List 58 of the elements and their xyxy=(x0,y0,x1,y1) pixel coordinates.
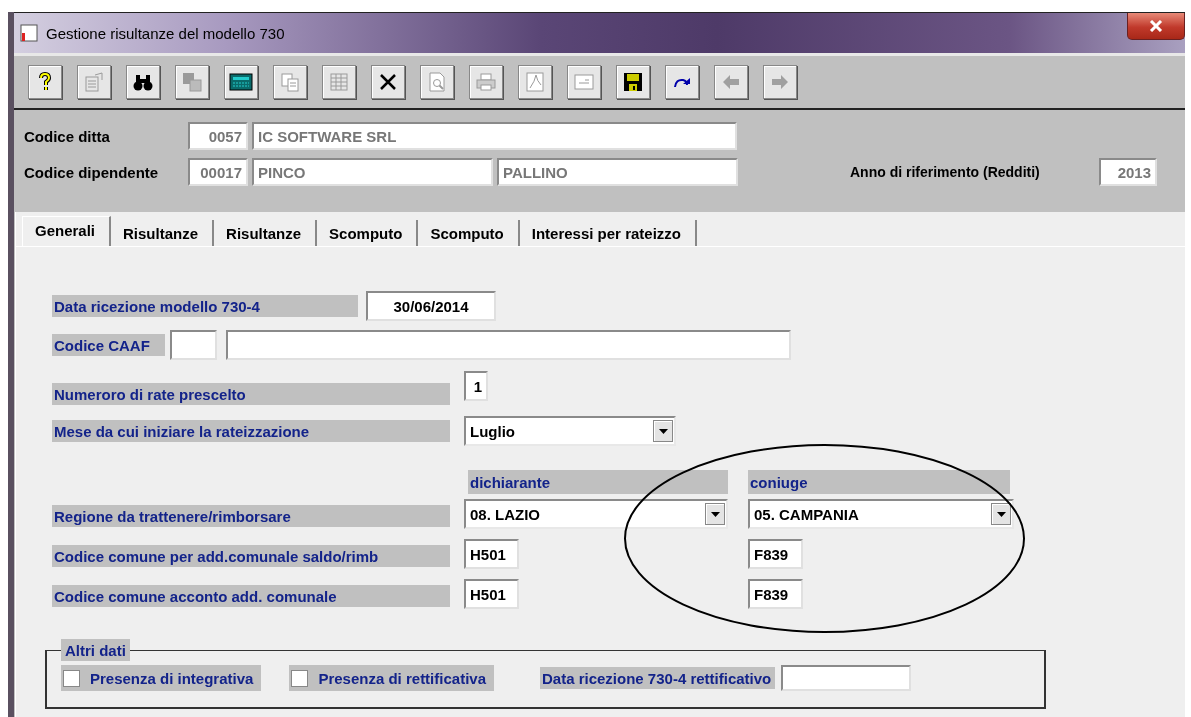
group-title: Altri dati xyxy=(61,639,130,661)
caaf-code-field[interactable] xyxy=(170,330,217,360)
toolbar-calculator-button[interactable] xyxy=(224,65,258,99)
table-icon xyxy=(328,71,350,93)
reference-year-field[interactable]: 2013 xyxy=(1099,158,1157,186)
reference-year-label: Anno di riferimento (Redditi) xyxy=(850,164,1041,180)
caaf-name-field[interactable] xyxy=(226,330,791,360)
company-code-label: Codice ditta xyxy=(24,127,111,145)
receipt-date-field[interactable]: 30/06/2014 xyxy=(366,291,496,321)
municipality-code-field[interactable]: F839 xyxy=(748,539,803,569)
region-dropdown[interactable]: 05. CAMPANIA xyxy=(748,499,1014,529)
correction-date-label: Data ricezione 730-4 rettificativo xyxy=(540,667,776,689)
row-label: Codice comune acconto add. comunale xyxy=(52,585,450,607)
copy-icon xyxy=(279,71,301,93)
surname-field[interactable]: PINCO xyxy=(252,158,493,186)
correction-date-field[interactable] xyxy=(781,665,912,691)
first-name-field[interactable]: PALLINO xyxy=(497,158,738,186)
row-label: Codice comune per add.comunale saldo/rimb xyxy=(52,545,450,567)
employee-code-field[interactable]: 00017 xyxy=(188,158,248,186)
company-name-field[interactable]: IC SOFTWARE SRL xyxy=(252,122,737,150)
form-icon xyxy=(573,71,595,93)
company-code-field[interactable]: 0057 xyxy=(188,122,248,150)
calculator-icon xyxy=(229,72,253,92)
installments-field[interactable]: 1 xyxy=(464,371,488,401)
column-header: dichiarante xyxy=(468,470,728,494)
printer-icon xyxy=(475,71,497,93)
redo-icon xyxy=(673,76,691,88)
close-icon xyxy=(1149,20,1163,32)
toolbar-help-button[interactable] xyxy=(28,65,62,99)
region-dropdown[interactable]: 08. LAZIO xyxy=(464,499,728,529)
start-month-label: Mese da cui iniziare la rateizzazione xyxy=(52,420,450,442)
document-icon xyxy=(83,71,105,93)
toolbar-delete-button[interactable] xyxy=(371,65,405,99)
pdf-document-icon xyxy=(524,71,546,93)
column-header: coniuge xyxy=(748,470,1010,494)
checkbox-label[interactable]: Presenza di integrativa xyxy=(61,665,262,691)
caaf-code-label: Codice CAAF xyxy=(52,334,165,356)
save-icon xyxy=(622,71,644,93)
toolbar-find-button[interactable] xyxy=(126,65,160,99)
tab[interactable]: Generali xyxy=(22,216,112,246)
start-month-dropdown[interactable]: Luglio xyxy=(464,416,676,446)
receipt-date-label: Data ricezione modello 730-4 xyxy=(52,295,358,317)
checkbox[interactable] xyxy=(291,669,309,687)
municipality-code-field[interactable]: F839 xyxy=(748,579,803,609)
toolbar-save-button[interactable] xyxy=(616,65,650,99)
print-preview-icon xyxy=(426,71,448,93)
window-title: Gestione risultanze del modello 730 xyxy=(46,24,285,42)
checkbox-label[interactable]: Presenza di rettificativa xyxy=(289,665,494,691)
toolbar-redo-button[interactable] xyxy=(665,65,699,99)
squares-icon xyxy=(181,71,203,93)
installments-label: Numeroro di rate prescelto xyxy=(52,383,450,405)
checkbox[interactable] xyxy=(63,669,80,687)
window-icon xyxy=(20,24,38,42)
close-button[interactable] xyxy=(1127,13,1185,40)
row-label: Regione da trattenere/rimborsare xyxy=(52,505,450,527)
municipality-code-field[interactable]: H501 xyxy=(464,539,519,569)
municipality-code-field[interactable]: H501 xyxy=(464,579,519,609)
employee-code-label: Codice dipendente xyxy=(24,163,160,181)
